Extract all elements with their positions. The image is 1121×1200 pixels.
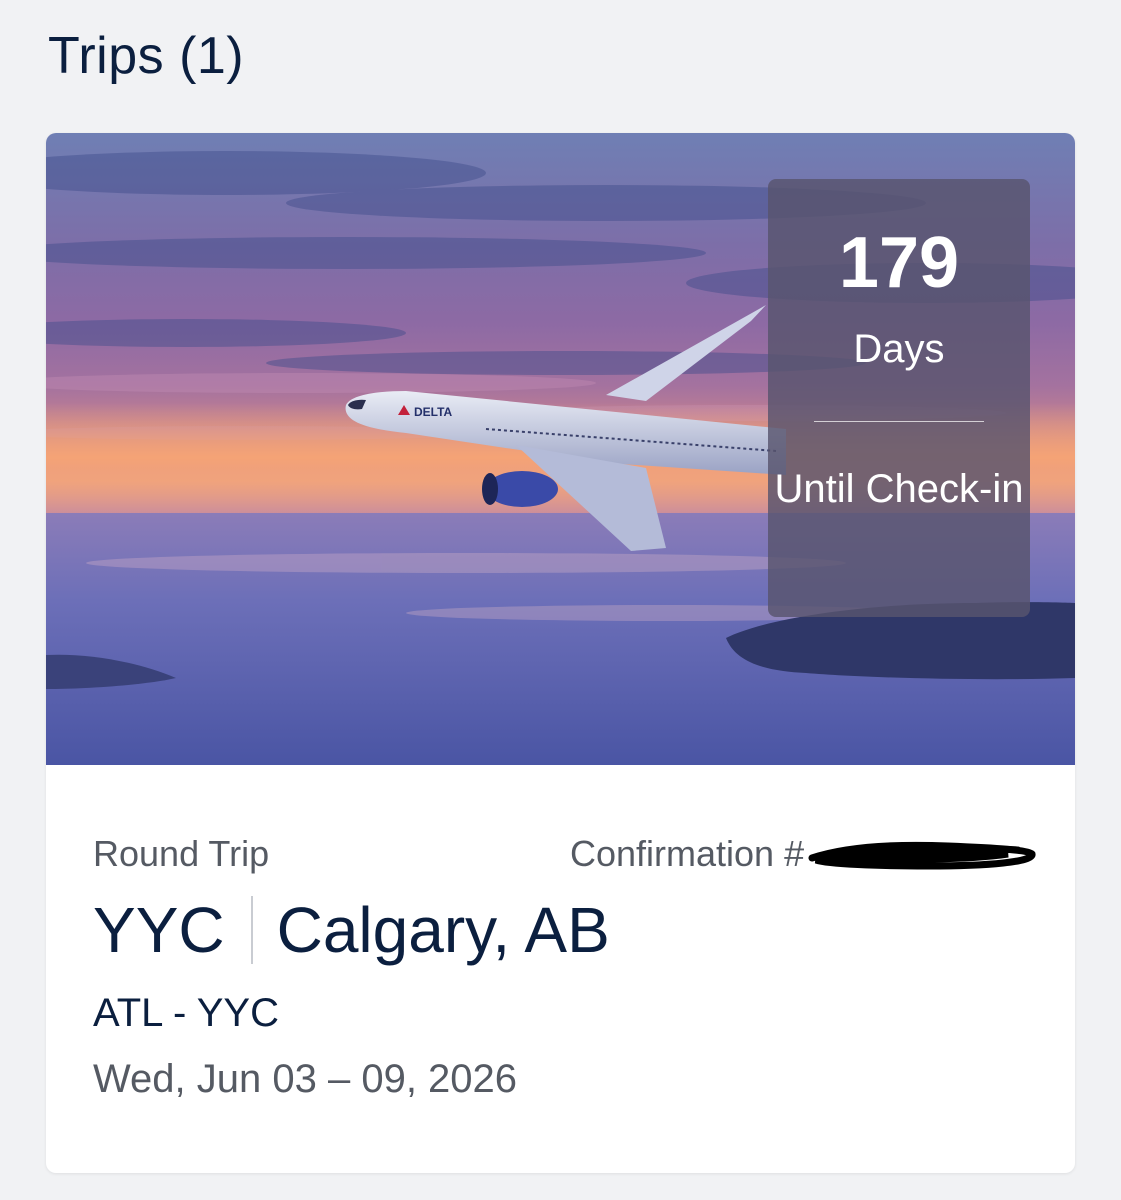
trip-card[interactable]: DELTA 179 Days Until Check-in Round Trip…	[46, 133, 1075, 1173]
destination-code: YYC	[93, 894, 225, 966]
destination-city: Calgary, AB	[276, 894, 610, 966]
countdown-unit: Days	[853, 327, 945, 371]
countdown-label: Until Check-in	[774, 467, 1024, 511]
destination-heading: YYC Calgary, AB	[93, 893, 610, 967]
countdown-number: 179	[838, 223, 960, 303]
redaction-scribble	[808, 836, 1040, 876]
page-title: Trips (1)	[48, 27, 245, 85]
checkin-countdown: 179 Days Until Check-in	[768, 179, 1030, 617]
destination-divider	[250, 896, 253, 964]
countdown-divider	[814, 421, 984, 422]
delta-livery-text: DELTA	[414, 405, 453, 419]
trip-dates: Wed, Jun 03 – 09, 2026	[93, 1057, 518, 1101]
trips-page: Trips (1) DELTA 179 Days Until Check-in …	[0, 0, 1121, 1200]
trip-route: ATL - YYC	[93, 991, 279, 1035]
trip-hero-image: DELTA 179 Days Until Check-in	[46, 133, 1075, 765]
confirmation-label: Confirmation #	[570, 833, 805, 874]
trip-type: Round Trip	[93, 833, 270, 874]
confirmation-number: Confirmation #	[570, 833, 1040, 876]
